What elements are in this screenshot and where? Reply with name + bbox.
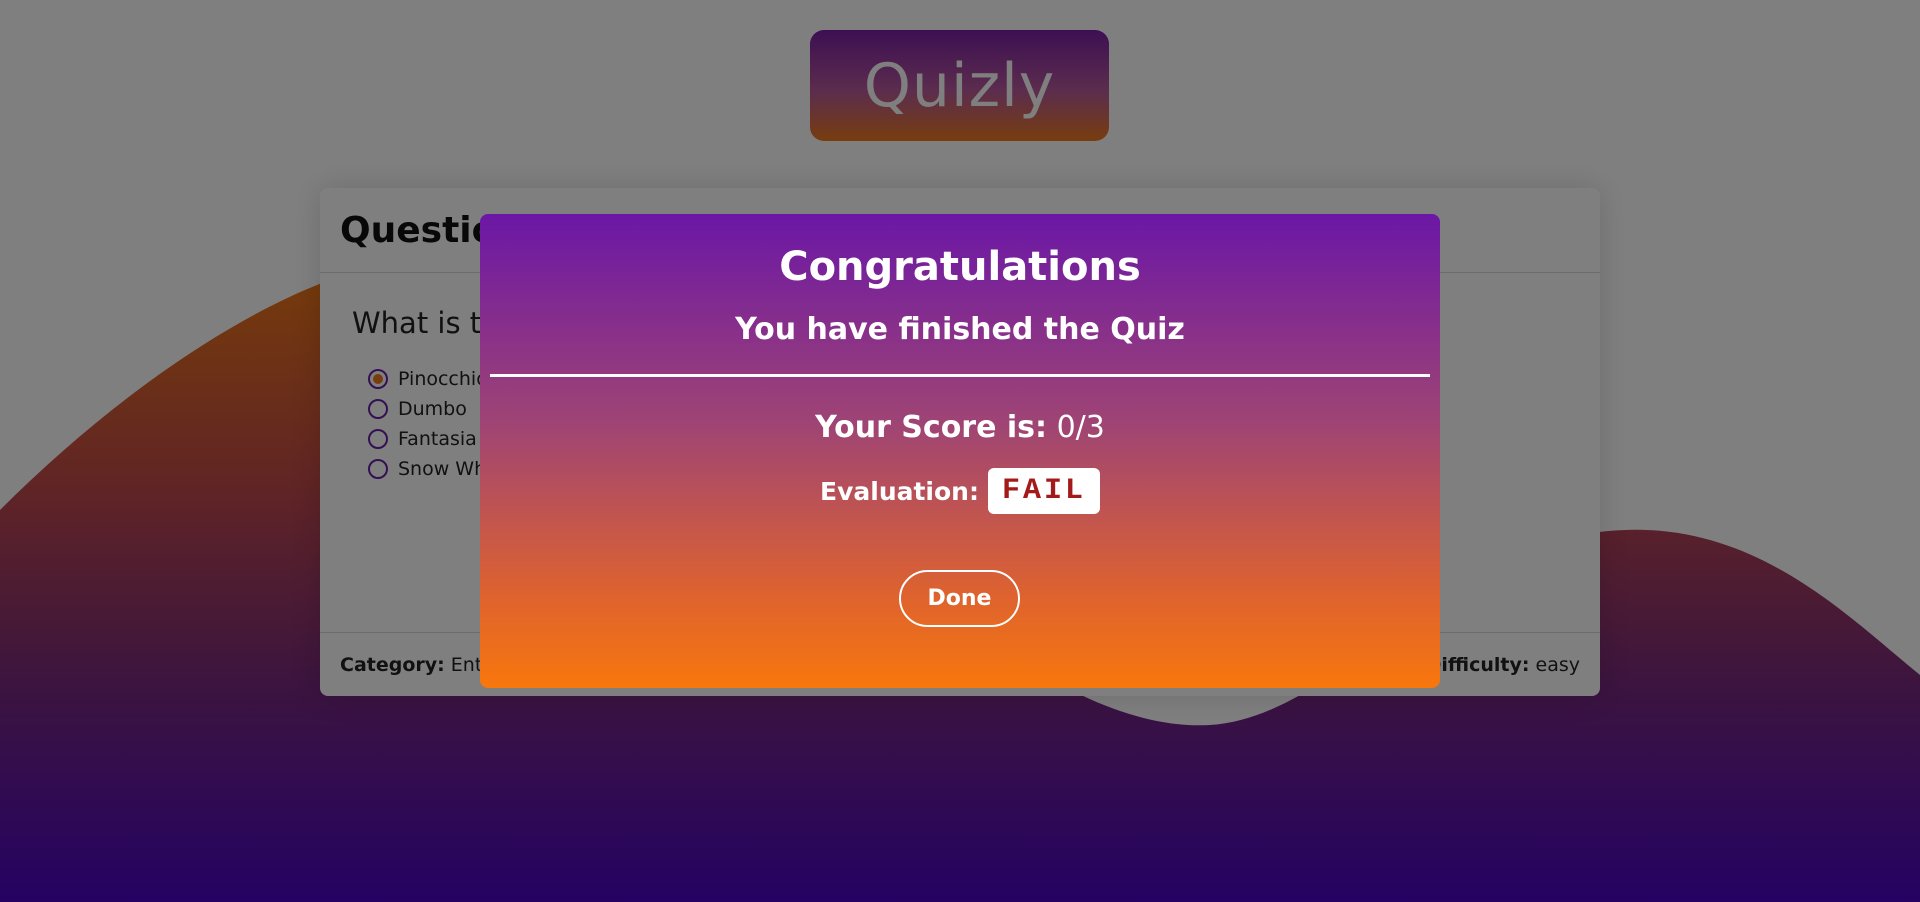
score-line: Your Score is: 0/3 <box>480 410 1440 445</box>
score-label: Your Score is: <box>815 410 1048 445</box>
evaluation-label: Evaluation: <box>820 476 979 506</box>
score-value: 0/3 <box>1056 410 1105 445</box>
modal-subtitle: You have finished the Quiz <box>735 312 1185 347</box>
evaluation-badge: FAIL <box>987 468 1100 514</box>
results-modal: Congratulations You have finished the Qu… <box>480 214 1440 688</box>
evaluation-line: Evaluation: FAIL <box>480 468 1440 514</box>
modal-divider <box>490 374 1430 377</box>
modal-title: Congratulations <box>779 244 1141 290</box>
done-button[interactable]: Done <box>899 570 1020 627</box>
